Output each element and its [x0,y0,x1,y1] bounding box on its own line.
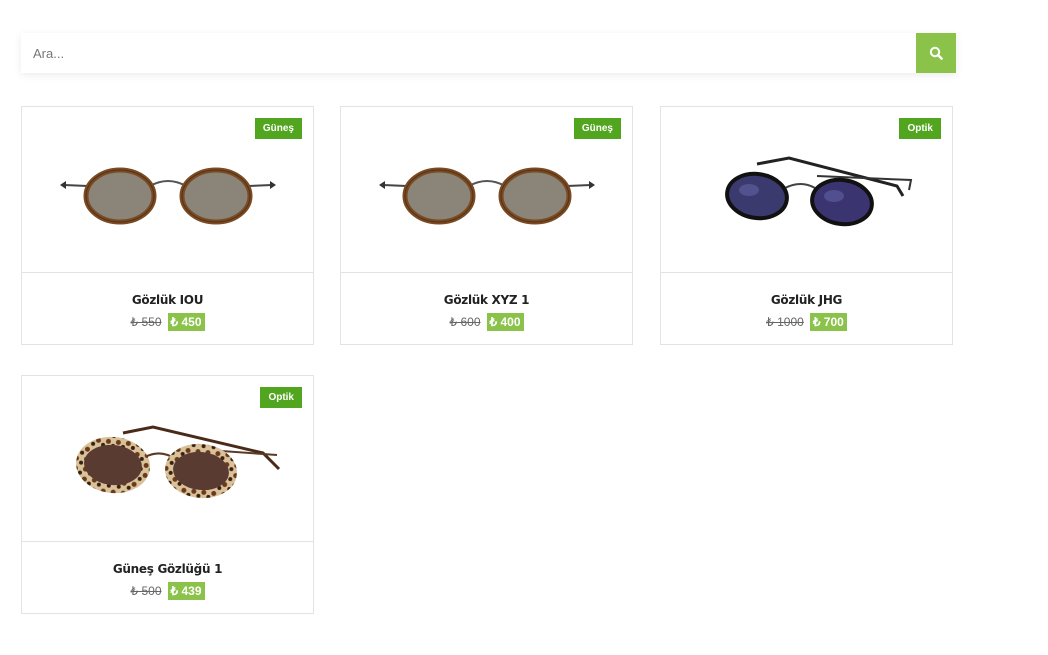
category-badge: Güneş [254,118,302,139]
product-name[interactable]: Gözlük IOU [22,293,313,307]
category-badge: Güneş [573,118,621,139]
category-badge: Optik [260,387,302,408]
new-price: ₺ 400 [486,313,524,331]
product-card[interactable]: Güneş Gözlük XYZ 1 ₺ 600 ₺ 400 [340,106,633,345]
product-card[interactable]: Optik Güneş Gözlüğü 1 ₺ 500 ₺ 439 [21,375,314,614]
product-name[interactable]: Gözlük JHG [661,293,952,307]
old-price: ₺ 550 [130,315,162,329]
category-badge: Optik [899,118,941,139]
product-name[interactable]: Gözlük XYZ 1 [341,293,632,307]
eyeglasses-image [724,155,912,226]
old-price: ₺ 1000 [766,315,804,329]
search-bar [21,33,956,73]
search-icon [929,46,943,60]
old-price: ₺ 500 [130,584,162,598]
search-input[interactable] [21,33,916,73]
search-button[interactable] [916,33,956,73]
sunglasses-image [75,424,280,498]
new-price: ₺ 439 [167,582,205,600]
new-price: ₺ 700 [809,313,847,331]
product-image[interactable]: Optik [22,376,313,542]
sunglasses-image [378,167,595,224]
product-name[interactable]: Güneş Gözlüğü 1 [22,562,313,576]
product-image[interactable]: Optik [661,107,952,273]
product-image[interactable]: Güneş [341,107,632,273]
sunglasses-image [59,167,276,224]
old-price: ₺ 600 [449,315,481,329]
new-price: ₺ 450 [167,313,205,331]
product-card[interactable]: Optik Gözlük JHG ₺ 1000 ₺ 700 [660,106,953,345]
product-card[interactable]: Güneş Gözlük IOU ₺ 550 ₺ 450 [21,106,314,345]
product-image[interactable]: Güneş [22,107,313,273]
